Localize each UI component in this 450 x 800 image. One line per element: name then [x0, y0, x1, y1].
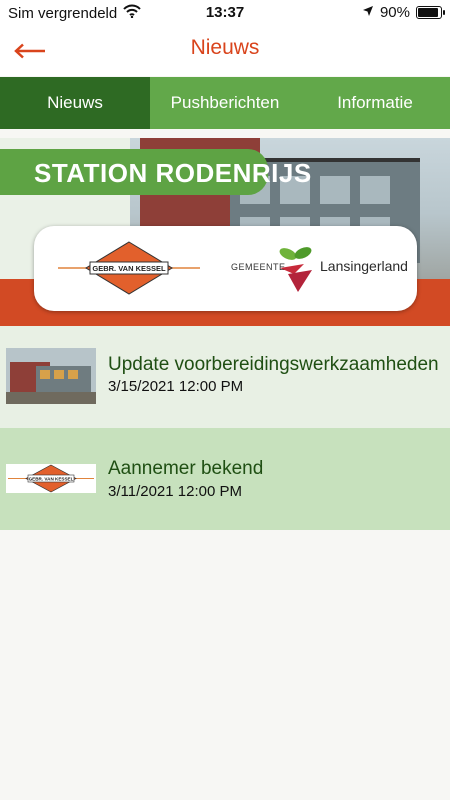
- news-item[interactable]: Update voorbereidingswerkzaamheden 3/15/…: [0, 326, 450, 428]
- news-item[interactable]: GEBR. VAN KESSEL Aannemer bekend 3/11/20…: [0, 428, 450, 530]
- news-date: 3/15/2021 12:00 PM: [108, 378, 244, 395]
- project-banner: STATION RODENRIJS GEBR. VAN KESSEL GEMEE…: [0, 138, 450, 326]
- news-date: 3/11/2021 12:00 PM: [108, 483, 242, 500]
- svg-text:GEBR. VAN KESSEL: GEBR. VAN KESSEL: [92, 264, 166, 273]
- news-title: Update voorbereidingswerkzaamheden: [108, 354, 439, 375]
- banner-title: STATION RODENRIJS: [34, 158, 312, 188]
- battery-icon: [416, 6, 445, 19]
- tab-label: Pushberichten: [170, 93, 280, 112]
- lansingerland-label: Lansingerland: [320, 258, 408, 274]
- news-thumbnail: [6, 348, 96, 404]
- tab-label: Informatie: [337, 93, 413, 112]
- title-bar: Nieuws: [0, 26, 450, 76]
- tab-nieuws[interactable]: Nieuws: [0, 77, 150, 129]
- news-thumbnail: GEBR. VAN KESSEL: [6, 464, 96, 493]
- status-bar: Sim vergrendeld 13:37 90%: [0, 0, 450, 26]
- van-kessel-logo: GEBR. VAN KESSEL: [58, 241, 200, 295]
- tab-bar: Nieuws Pushberichten Informatie: [0, 77, 450, 129]
- tab-informatie[interactable]: Informatie: [300, 77, 450, 129]
- tab-pushberichten[interactable]: Pushberichten: [150, 77, 300, 129]
- news-list: Update voorbereidingswerkzaamheden 3/15/…: [0, 326, 450, 530]
- lansingerland-logo: [279, 247, 312, 292]
- svg-text:GEBR. VAN KESSEL: GEBR. VAN KESSEL: [29, 477, 74, 482]
- news-title: Aannemer bekend: [108, 458, 264, 479]
- battery-percentage: 90%: [379, 4, 410, 21]
- sponsor-logo-card: GEBR. VAN KESSEL GEMEENTE Lansingerland: [34, 226, 417, 311]
- tab-label: Nieuws: [47, 93, 103, 112]
- location-arrow-icon: [362, 4, 374, 21]
- battery-level: [418, 8, 438, 17]
- page-title: Nieuws: [190, 36, 260, 59]
- status-right: 90%: [362, 4, 445, 21]
